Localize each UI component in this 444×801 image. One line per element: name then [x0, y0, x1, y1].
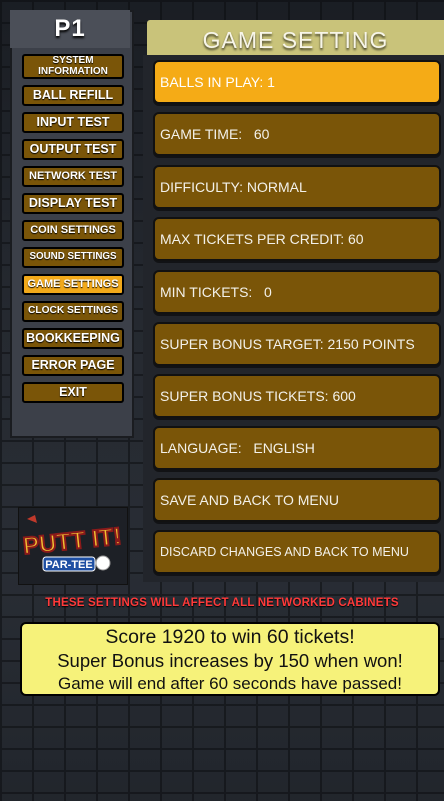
menu-item-network-test[interactable]: NETWORK TEST — [22, 166, 124, 187]
summary-line-bonus: Super Bonus increases by 150 when won! — [57, 650, 403, 671]
setting-row-save-and-back[interactable]: SAVE AND BACK TO MENU — [153, 478, 441, 522]
setting-row-difficulty[interactable]: DIFFICULTY: NORMAL — [153, 165, 441, 209]
setting-label: BALLS IN PLAY: — [160, 74, 268, 90]
menu-item-ball-refill[interactable]: BALL REFILL — [22, 85, 124, 106]
setting-label: DIFFICULTY: — [160, 179, 247, 195]
setting-row-super-bonus-target[interactable]: SUPER BONUS TARGET: 2150 POINTS — [153, 322, 441, 366]
putt-it-logo-icon: PUTT IT! PAR-TEE — [21, 515, 124, 572]
menu-item-display-test[interactable]: DISPLAY TEST — [22, 193, 124, 214]
setting-label: MIN TICKETS: — [160, 284, 264, 300]
setting-label: MAX TICKETS PER CREDIT: — [160, 231, 348, 247]
setting-value: 1 — [267, 74, 275, 90]
setting-value: ENGLISH — [253, 440, 315, 456]
logo-text-main: PUTT IT! — [22, 523, 123, 560]
setting-label: SAVE AND BACK TO MENU — [160, 492, 339, 508]
player-label: P1 — [10, 10, 130, 48]
setting-label: LANGUAGE: — [160, 440, 254, 456]
settings-summary-box: Score 1920 to win 60 tickets! Super Bonu… — [20, 622, 440, 696]
setting-label: SUPER BONUS TICKETS: — [160, 388, 333, 404]
menu-item-system-information[interactable]: SYSTEM INFORMATION — [22, 54, 124, 79]
menu-item-error-page[interactable]: ERROR PAGE — [22, 355, 124, 376]
menu-item-game-settings[interactable]: GAME SETTINGS — [22, 274, 124, 295]
setting-value: 60 — [348, 231, 364, 247]
menu-item-clock-settings[interactable]: CLOCK SETTINGS — [22, 301, 124, 322]
menu-item-input-test[interactable]: INPUT TEST — [22, 112, 124, 133]
network-warning: THESE SETTINGS WILL AFFECT ALL NETWORKED… — [45, 597, 399, 609]
menu-item-sound-settings[interactable]: SOUND SETTINGS — [22, 247, 124, 268]
menu-item-coin-settings[interactable]: COIN SETTINGS — [22, 220, 124, 241]
setting-value: 600 — [332, 388, 356, 404]
setting-label: DISCARD CHANGES AND BACK TO MENU — [160, 545, 409, 559]
summary-line-time: Game will end after 60 seconds have pass… — [58, 674, 402, 693]
setting-label: SUPER BONUS TARGET: — [160, 336, 328, 352]
setting-row-min-tickets[interactable]: MIN TICKETS: 0 — [153, 270, 441, 314]
setting-value: 0 — [263, 284, 272, 300]
setting-value: 2150 POINTS — [327, 336, 415, 352]
setting-row-discard-changes[interactable]: DISCARD CHANGES AND BACK TO MENU — [153, 530, 441, 574]
summary-line-score: Score 1920 to win 60 tickets! — [105, 626, 355, 648]
setting-value: NORMAL — [246, 179, 307, 195]
setting-row-language[interactable]: LANGUAGE: ENGLISH — [153, 426, 441, 470]
setting-row-game-time[interactable]: GAME TIME: 60 — [153, 112, 441, 156]
menu-item-bookkeeping[interactable]: BOOKKEEPING — [22, 328, 124, 349]
setting-row-balls-in-play[interactable]: BALLS IN PLAY: 1 — [153, 60, 441, 104]
setting-row-super-bonus-tickets[interactable]: SUPER BONUS TICKETS: 600 — [153, 374, 441, 418]
setting-value: 60 — [253, 126, 270, 142]
logo-text-sub: PAR-TEE — [45, 559, 92, 571]
game-logo: PUTT IT! PAR-TEE — [18, 507, 128, 585]
menu-item-output-test[interactable]: OUTPUT TEST — [22, 139, 124, 160]
setting-label: GAME TIME: — [160, 126, 254, 142]
setting-row-max-tickets-per-credit[interactable]: MAX TICKETS PER CREDIT: 60 — [153, 217, 441, 261]
menu-item-exit[interactable]: EXIT — [22, 382, 124, 403]
service-menu: SYSTEM INFORMATION BALL REFILL INPUT TES… — [22, 54, 124, 409]
page-title: GAME SETTING — [147, 20, 444, 58]
